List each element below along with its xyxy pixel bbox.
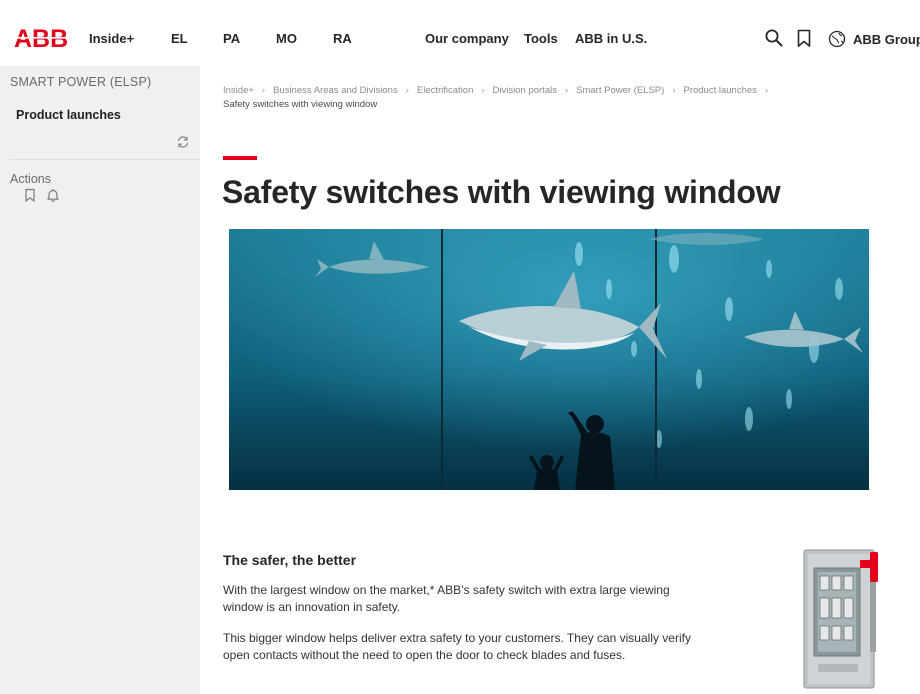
nav-tools[interactable]: Tools (524, 31, 558, 46)
chevron-right-icon: › (481, 85, 485, 96)
globe-icon (828, 30, 846, 48)
breadcrumb-item[interactable]: Inside+ (223, 85, 254, 96)
breadcrumb: Inside+ › Business Areas and Divisions › Ele… (223, 84, 903, 112)
chevron-right-icon: › (405, 85, 409, 96)
breadcrumb-item[interactable]: Smart Power (ELSP) (576, 85, 664, 96)
sidebar: SMART POWER (ELSP) Product launches Acti… (0, 66, 200, 694)
abb-group-link[interactable]: ABB Group (828, 30, 920, 48)
nav-pa[interactable]: PA (223, 31, 240, 46)
search-icon[interactable] (764, 28, 784, 48)
breadcrumb-item[interactable]: Business Areas and Divisions (273, 85, 398, 96)
breadcrumb-item[interactable]: Division portals (493, 85, 557, 96)
sidebar-actions-label: Actions (10, 172, 51, 186)
nav-inside-plus[interactable]: Inside+ (89, 31, 134, 46)
hero-image-aquarium (229, 229, 869, 490)
bookmark-icon[interactable] (23, 188, 37, 202)
chevron-right-icon: › (672, 85, 676, 96)
refresh-icon[interactable] (176, 135, 190, 149)
nav-abb-in-us[interactable]: ABB in U.S. (575, 31, 647, 46)
breadcrumb-item[interactable]: Electrification (417, 85, 474, 96)
nav-mo[interactable]: MO (276, 31, 297, 46)
chevron-right-icon: › (764, 85, 769, 96)
section-heading: The safer, the better (223, 552, 357, 568)
safety-switch-product-image (803, 549, 878, 689)
title-accent-bar (223, 156, 257, 160)
top-navigation: ABB Inside+ EL PA MO RA Our company Tool… (0, 0, 920, 76)
intro-paragraph: With the largest window on the market,* … (223, 583, 670, 614)
abb-logo[interactable]: ABB (14, 26, 74, 50)
sidebar-item-product-launches[interactable]: Product launches (16, 108, 121, 122)
breadcrumb-item[interactable]: Product launches (683, 85, 756, 96)
abb-group-label: ABB Group (853, 31, 920, 47)
bell-icon[interactable] (46, 188, 60, 202)
sidebar-section-title[interactable]: SMART POWER (ELSP) (10, 75, 151, 89)
nav-el[interactable]: EL (171, 31, 188, 46)
sidebar-divider (10, 159, 200, 160)
body-paragraph: This bigger window helps deliver extra s… (223, 631, 691, 662)
nav-our-company[interactable]: Our company (425, 31, 509, 46)
bookmark-icon[interactable] (794, 28, 814, 48)
page-title: Safety switches with viewing window (222, 174, 781, 210)
chevron-right-icon: › (261, 85, 266, 96)
nav-ra[interactable]: RA (333, 31, 352, 46)
chevron-right-icon: › (564, 85, 569, 96)
breadcrumb-current: Safety switches with viewing window (223, 99, 378, 110)
